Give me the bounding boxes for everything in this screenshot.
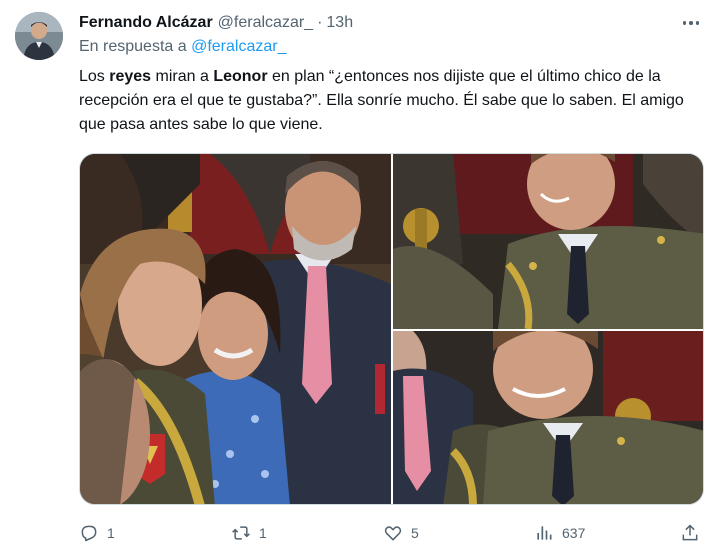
reply-button[interactable]: 1 (79, 518, 115, 548)
header-separator: · (317, 14, 323, 31)
photo-cadet-laughing[interactable] (393, 331, 703, 504)
reply-prefix: En respuesta a (79, 38, 187, 55)
retweet-icon (232, 526, 250, 540)
tweet-card[interactable]: Fernando Alcázar @feralcazar_ · 13h En r… (0, 0, 727, 558)
views-icon (537, 526, 552, 540)
photo-cadet-smiling[interactable] (393, 154, 703, 329)
share-button[interactable] (680, 518, 700, 548)
like-count: 5 (411, 525, 419, 541)
views-button[interactable]: 637 (534, 518, 585, 548)
author-handle[interactable]: @feralcazar_ (218, 14, 313, 32)
more-options-icon[interactable] (676, 12, 706, 34)
tweet-text-bold-reyes: reyes (109, 68, 152, 85)
retweet-button[interactable]: 1 (231, 518, 267, 548)
like-button[interactable]: 5 (383, 518, 419, 548)
tweet-text-segment: miran a (151, 68, 214, 85)
author-name[interactable]: Fernando Alcázar (79, 14, 213, 32)
tweet-text-bold-leonor: Leonor (213, 68, 268, 85)
reply-context: En respuesta a @feralcazar_ (79, 38, 286, 56)
reply-count: 1 (107, 525, 115, 541)
retweet-count: 1 (259, 525, 267, 541)
views-count: 637 (562, 525, 586, 541)
tweet-text-segment: Los (79, 68, 110, 85)
like-icon (384, 526, 402, 541)
share-icon (682, 524, 698, 541)
tweet-header: Fernando Alcázar @feralcazar_ · 13h (79, 12, 353, 34)
media-grid (79, 153, 704, 505)
tweet-actions-bar: 1 1 5 637 (79, 518, 709, 548)
reply-mention-link[interactable]: @feralcazar_ (191, 38, 286, 55)
reply-icon (81, 525, 97, 542)
tweet-text: Los reyes miran a Leonor en plan “¿enton… (79, 65, 709, 137)
author-avatar[interactable] (15, 12, 63, 60)
photo-royals-at-reception[interactable] (80, 154, 391, 504)
tweet-timestamp[interactable]: 13h (326, 14, 353, 32)
